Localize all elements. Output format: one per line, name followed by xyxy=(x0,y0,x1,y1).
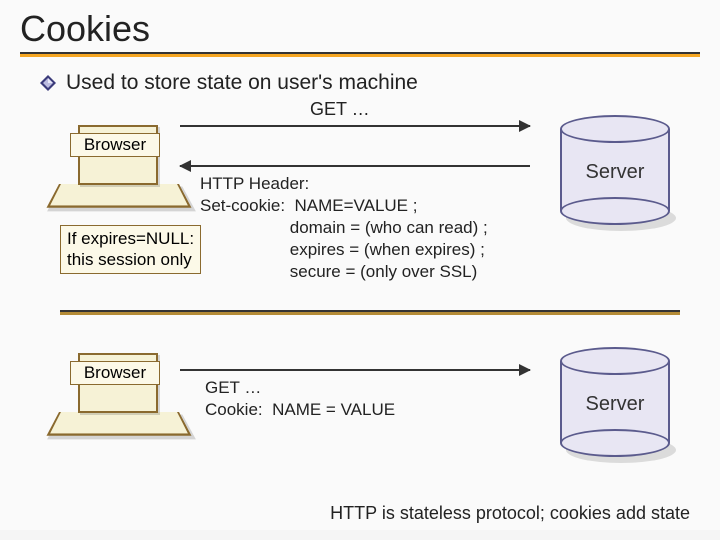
browser-label: Browser xyxy=(70,361,160,385)
expires-null-callout: If expires=NULL: this session only xyxy=(60,225,201,274)
diagram-stage-2: Browser Server GET … Cookie: NAME = VALU… xyxy=(60,353,680,453)
section-divider xyxy=(60,310,680,315)
http-set-cookie-block: HTTP Header: Set-cookie: NAME=VALUE ; do… xyxy=(200,173,488,283)
bullet-row: Used to store state on user's machine xyxy=(0,57,720,95)
browser-label: Browser xyxy=(70,133,160,157)
title-bar: Cookies xyxy=(0,0,720,57)
footer-note: HTTP is stateless protocol; cookies add … xyxy=(330,503,690,524)
server-cylinder-icon: Server xyxy=(560,347,670,457)
arrow-response xyxy=(180,165,530,167)
diagram-stage-1: Browser Server GET … HTTP Header: Set-co… xyxy=(60,105,680,343)
server-cylinder-icon: Server xyxy=(560,115,670,225)
server-label: Server xyxy=(560,161,670,184)
bullet-text: Used to store state on user's machine xyxy=(66,71,418,95)
bottom-bar xyxy=(0,530,720,540)
arrow-get-label: GET … xyxy=(310,99,370,120)
http-cookie-block: GET … Cookie: NAME = VALUE xyxy=(205,377,395,421)
arrow-get-cookie xyxy=(180,369,530,371)
browser-laptop-icon: Browser xyxy=(60,125,180,225)
server-label: Server xyxy=(560,393,670,416)
arrow-get xyxy=(180,125,530,127)
page-title: Cookies xyxy=(20,8,700,50)
diamond-bullet-icon xyxy=(40,75,56,91)
browser-laptop-icon: Browser xyxy=(60,353,180,453)
